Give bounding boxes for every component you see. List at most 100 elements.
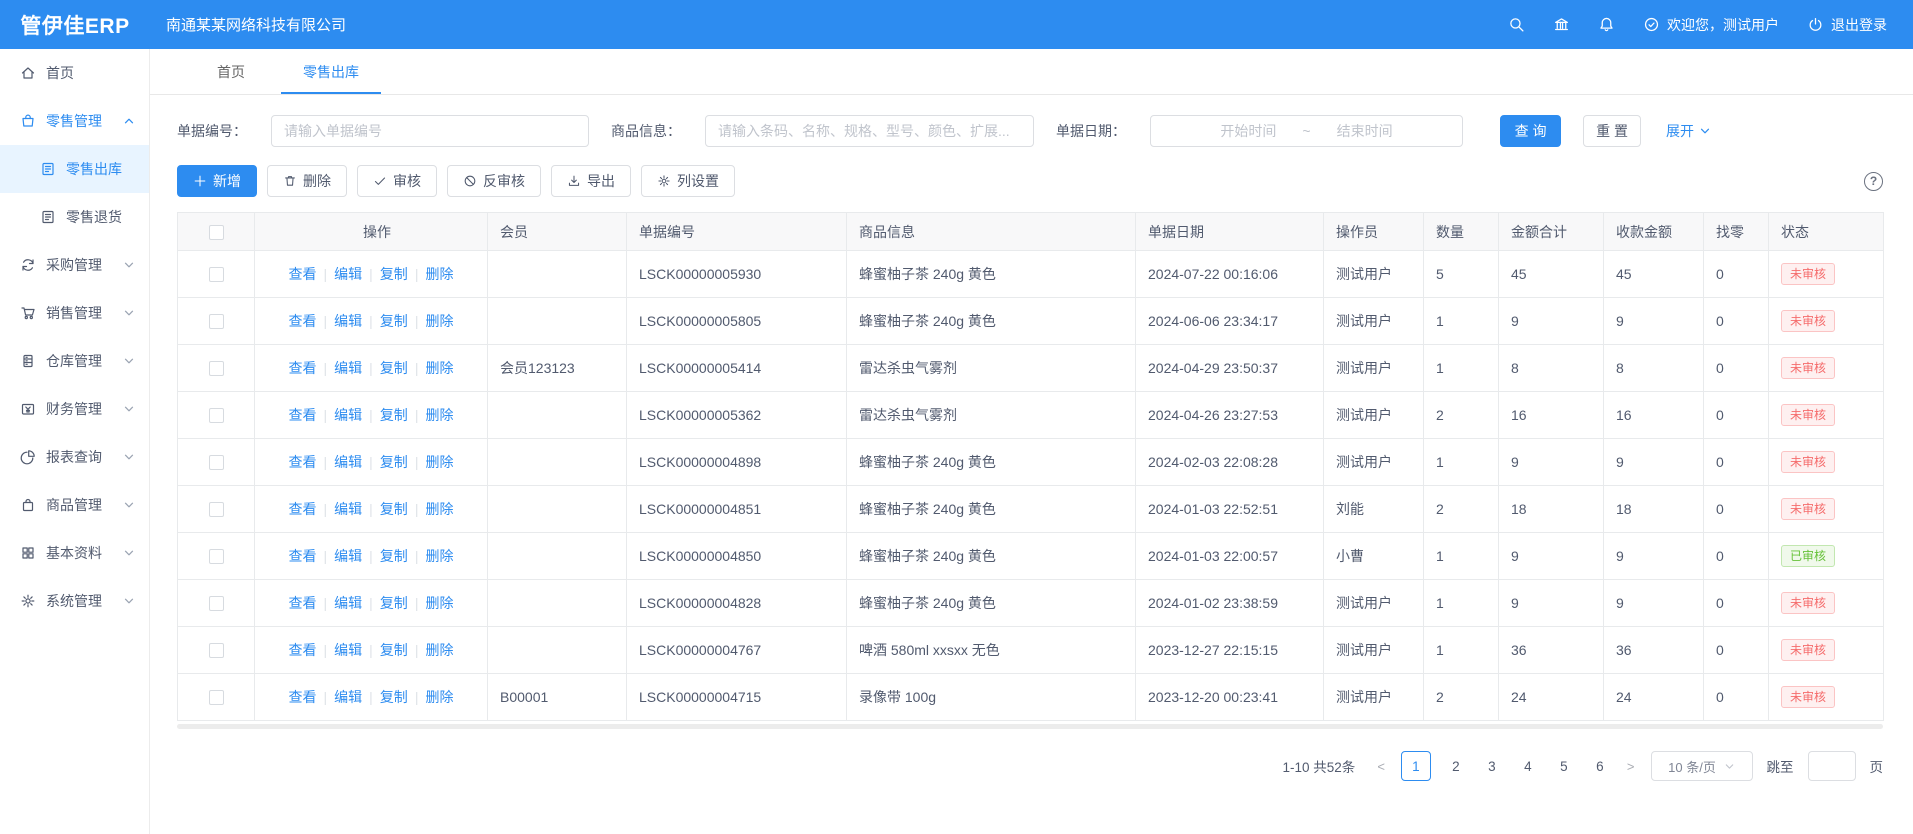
page-button-2[interactable]: 2 xyxy=(1445,751,1467,781)
row-checkbox[interactable] xyxy=(209,502,224,517)
row-checkbox[interactable] xyxy=(209,455,224,470)
delete-link[interactable]: 删除 xyxy=(425,360,453,376)
tab-retail-outbound[interactable]: 零售出库 xyxy=(281,49,381,94)
welcome-user[interactable]: 欢迎您，测试用户 xyxy=(1643,15,1779,35)
sidebar-item-retail-return[interactable]: 零售退货 xyxy=(0,193,149,241)
copy-link[interactable]: 复制 xyxy=(380,689,408,705)
row-checkbox[interactable] xyxy=(209,408,224,423)
view-link[interactable]: 查看 xyxy=(289,313,317,329)
page-button-5[interactable]: 5 xyxy=(1553,751,1575,781)
copy-link[interactable]: 复制 xyxy=(380,360,408,376)
bell-icon[interactable] xyxy=(1598,16,1615,33)
sidebar-item-retail-outbound[interactable]: 零售出库 xyxy=(0,145,149,193)
expand-toggle[interactable]: 展开 xyxy=(1666,121,1711,141)
help-icon[interactable]: ? xyxy=(1864,172,1883,191)
sidebar-item-goods-manage[interactable]: 商品管理 xyxy=(0,481,149,529)
delete-link[interactable]: 删除 xyxy=(425,407,453,423)
audit-button[interactable]: 审核 xyxy=(357,165,437,197)
copy-link[interactable]: 复制 xyxy=(380,454,408,470)
view-link[interactable]: 查看 xyxy=(289,360,317,376)
copy-link[interactable]: 复制 xyxy=(380,407,408,423)
view-link[interactable]: 查看 xyxy=(289,266,317,282)
delete-link[interactable]: 删除 xyxy=(425,313,453,329)
date-range-input[interactable]: 开始时间 ~ 结束时间 xyxy=(1150,115,1463,147)
sidebar-item-finance-manage[interactable]: 财务管理 xyxy=(0,385,149,433)
sidebar-item-purchase-manage[interactable]: 采购管理 xyxy=(0,241,149,289)
product-info-input[interactable] xyxy=(705,115,1034,147)
row-checkbox[interactable] xyxy=(209,361,224,376)
received-cell: 8 xyxy=(1604,345,1704,392)
bill-no-input[interactable] xyxy=(271,115,589,147)
page-button-6[interactable]: 6 xyxy=(1589,751,1611,781)
product-cell: 蜂蜜柚子茶 240g 黄色 xyxy=(847,251,1136,298)
delete-link[interactable]: 删除 xyxy=(425,548,453,564)
change-cell: 0 xyxy=(1704,392,1769,439)
edit-link[interactable]: 编辑 xyxy=(334,266,362,282)
row-checkbox[interactable] xyxy=(209,690,224,705)
edit-link[interactable]: 编辑 xyxy=(334,454,362,470)
delete-link[interactable]: 删除 xyxy=(425,501,453,517)
view-link[interactable]: 查看 xyxy=(289,454,317,470)
delete-link[interactable]: 删除 xyxy=(425,689,453,705)
copy-link[interactable]: 复制 xyxy=(380,266,408,282)
view-link[interactable]: 查看 xyxy=(289,548,317,564)
sidebar-item-warehouse-manage[interactable]: 仓库管理 xyxy=(0,337,149,385)
add-button[interactable]: 新增 xyxy=(177,165,257,197)
horizontal-scrollbar[interactable] xyxy=(177,724,1883,729)
delete-button[interactable]: 删除 xyxy=(267,165,347,197)
prev-page-button[interactable]: < xyxy=(1375,759,1387,774)
edit-link[interactable]: 编辑 xyxy=(334,548,362,564)
sidebar-item-basic-data[interactable]: 基本资料 xyxy=(0,529,149,577)
edit-link[interactable]: 编辑 xyxy=(334,689,362,705)
copy-link[interactable]: 复制 xyxy=(380,642,408,658)
select-all-checkbox[interactable] xyxy=(209,225,224,240)
edit-link[interactable]: 编辑 xyxy=(334,313,362,329)
copy-link[interactable]: 复制 xyxy=(380,313,408,329)
delete-link[interactable]: 删除 xyxy=(425,454,453,470)
row-checkbox[interactable] xyxy=(209,596,224,611)
view-link[interactable]: 查看 xyxy=(289,595,317,611)
page-button-3[interactable]: 3 xyxy=(1481,751,1503,781)
view-link[interactable]: 查看 xyxy=(289,407,317,423)
page-button-1[interactable]: 1 xyxy=(1401,751,1431,781)
edit-link[interactable]: 编辑 xyxy=(334,642,362,658)
sidebar-item-system-manage[interactable]: 系统管理 xyxy=(0,577,149,625)
copy-link[interactable]: 复制 xyxy=(380,501,408,517)
sidebar-item-report-query[interactable]: 报表查询 xyxy=(0,433,149,481)
copy-link[interactable]: 复制 xyxy=(380,548,408,564)
header-actions: 欢迎您，测试用户 退出登录 xyxy=(1508,15,1913,35)
sidebar-item-home[interactable]: 首页 xyxy=(0,49,149,97)
bank-icon[interactable] xyxy=(1553,16,1570,33)
delete-link[interactable]: 删除 xyxy=(425,266,453,282)
row-checkbox[interactable] xyxy=(209,549,224,564)
view-link[interactable]: 查看 xyxy=(289,501,317,517)
export-button[interactable]: 导出 xyxy=(551,165,631,197)
logout-button[interactable]: 退出登录 xyxy=(1807,15,1887,35)
jump-page-input[interactable] xyxy=(1808,751,1856,781)
edit-link[interactable]: 编辑 xyxy=(334,407,362,423)
row-checkbox[interactable] xyxy=(209,643,224,658)
search-button[interactable]: 查 询 xyxy=(1500,115,1561,147)
delete-link[interactable]: 删除 xyxy=(425,642,453,658)
reset-button[interactable]: 重 置 xyxy=(1583,115,1641,147)
edit-link[interactable]: 编辑 xyxy=(334,595,362,611)
view-link[interactable]: 查看 xyxy=(289,642,317,658)
sidebar-item-retail-manage[interactable]: 零售管理 xyxy=(0,97,149,145)
column-settings-button[interactable]: 列设置 xyxy=(641,165,735,197)
view-link[interactable]: 查看 xyxy=(289,689,317,705)
copy-link[interactable]: 复制 xyxy=(380,595,408,611)
next-page-button[interactable]: > xyxy=(1625,759,1637,774)
row-checkbox[interactable] xyxy=(209,267,224,282)
row-checkbox[interactable] xyxy=(209,314,224,329)
delete-link[interactable]: 删除 xyxy=(425,595,453,611)
page-size-select[interactable]: 10 条/页 xyxy=(1651,751,1753,781)
edit-link[interactable]: 编辑 xyxy=(334,501,362,517)
search-icon[interactable] xyxy=(1508,16,1525,33)
unaudit-button[interactable]: 反审核 xyxy=(447,165,541,197)
app-logo: 管伊佳ERP xyxy=(0,10,150,40)
status-badge: 未审核 xyxy=(1781,686,1835,708)
sidebar-item-sales-manage[interactable]: 销售管理 xyxy=(0,289,149,337)
edit-link[interactable]: 编辑 xyxy=(334,360,362,376)
tab-home[interactable]: 首页 xyxy=(195,49,267,94)
page-button-4[interactable]: 4 xyxy=(1517,751,1539,781)
